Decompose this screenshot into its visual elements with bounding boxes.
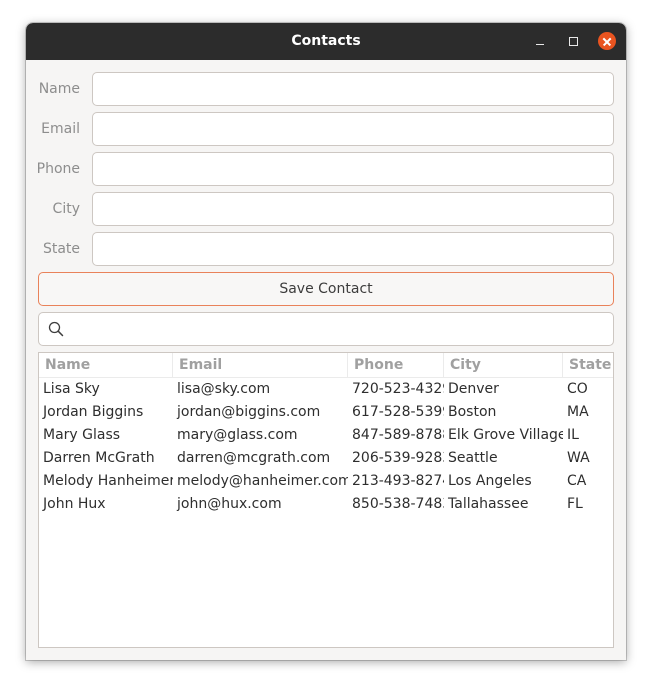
name-input[interactable] xyxy=(92,72,614,106)
phone-input[interactable] xyxy=(92,152,614,186)
email-input[interactable] xyxy=(92,112,614,146)
search-icon xyxy=(48,321,64,337)
close-icon[interactable] xyxy=(598,32,616,50)
cell-phone: 847-589-8788 xyxy=(352,427,444,443)
phone-row: Phone xyxy=(26,152,626,186)
column-header-city[interactable]: City xyxy=(444,353,563,377)
cell-state: WA xyxy=(567,450,590,466)
column-header-email[interactable]: Email xyxy=(173,353,348,377)
cell-name: Melody Hanheimer xyxy=(43,473,173,489)
cell-name: Jordan Biggins xyxy=(43,404,144,420)
cell-state: FL xyxy=(567,496,583,512)
cell-city: Boston xyxy=(448,404,497,420)
name-row: Name xyxy=(26,72,626,106)
table-row[interactable]: Darren McGrath darren@mcgrath.com 206-53… xyxy=(39,447,613,470)
save-contact-button[interactable]: Save Contact xyxy=(38,272,614,306)
cell-phone: 850-538-7483 xyxy=(352,496,444,512)
email-row: Email xyxy=(26,112,626,146)
cell-email: darren@mcgrath.com xyxy=(177,450,331,466)
main-content: Name Email Phone City State Save Contact xyxy=(26,60,626,660)
city-label: City xyxy=(52,201,80,217)
cell-name: John Hux xyxy=(43,496,106,512)
search-input[interactable] xyxy=(38,312,614,346)
cell-city: Los Angeles xyxy=(448,473,532,489)
cell-state: MA xyxy=(567,404,589,420)
table-row[interactable]: Jordan Biggins jordan@biggins.com 617-52… xyxy=(39,401,613,424)
cell-phone: 617-528-5399 xyxy=(352,404,444,420)
minimize-icon[interactable] xyxy=(531,32,551,52)
state-input[interactable] xyxy=(92,232,614,266)
cell-phone: 213-493-8274 xyxy=(352,473,444,489)
cell-email: john@hux.com xyxy=(177,496,282,512)
column-header-name[interactable]: Name xyxy=(39,353,173,377)
table-row[interactable]: John Hux john@hux.com 850-538-7483 Talla… xyxy=(39,493,613,516)
email-label: Email xyxy=(41,121,80,137)
cell-phone: 206-539-9283 xyxy=(352,450,444,466)
maximize-icon[interactable] xyxy=(564,32,584,52)
cell-phone: 720-523-4329 xyxy=(352,381,444,397)
state-row: State xyxy=(26,232,626,266)
phone-label: Phone xyxy=(36,161,80,177)
contacts-table: Name Email Phone City State Lisa Sky lis… xyxy=(38,352,614,648)
cell-email: mary@glass.com xyxy=(177,427,298,443)
cell-state: IL xyxy=(567,427,579,443)
city-input[interactable] xyxy=(92,192,614,226)
table-row[interactable]: Melody Hanheimer melody@hanheimer.com 21… xyxy=(39,470,613,493)
column-header-phone[interactable]: Phone xyxy=(348,353,444,377)
name-label: Name xyxy=(38,81,80,97)
cell-state: CO xyxy=(567,381,588,397)
title-bar[interactable]: Contacts xyxy=(26,23,626,60)
table-row[interactable]: Lisa Sky lisa@sky.com 720-523-4329 Denve… xyxy=(39,378,613,401)
cell-email: lisa@sky.com xyxy=(177,381,271,397)
city-row: City xyxy=(26,192,626,226)
table-row[interactable]: Mary Glass mary@glass.com 847-589-8788 E… xyxy=(39,424,613,447)
state-label: State xyxy=(42,241,80,257)
cell-city: Denver xyxy=(448,381,499,397)
cell-name: Mary Glass xyxy=(43,427,121,443)
cell-email: jordan@biggins.com xyxy=(177,404,321,420)
cell-name: Darren McGrath xyxy=(43,450,155,466)
table-header: Name Email Phone City State xyxy=(39,353,613,378)
cell-state: CA xyxy=(567,473,587,489)
column-header-state[interactable]: State xyxy=(563,353,613,377)
cell-city: Elk Grove Village xyxy=(448,427,563,443)
cell-email: melody@hanheimer.com xyxy=(177,473,348,489)
contacts-window: Contacts Name Email Phone City State Sav… xyxy=(26,23,626,660)
cell-name: Lisa Sky xyxy=(43,381,100,397)
cell-city: Tallahassee xyxy=(448,496,529,512)
cell-city: Seattle xyxy=(448,450,498,466)
